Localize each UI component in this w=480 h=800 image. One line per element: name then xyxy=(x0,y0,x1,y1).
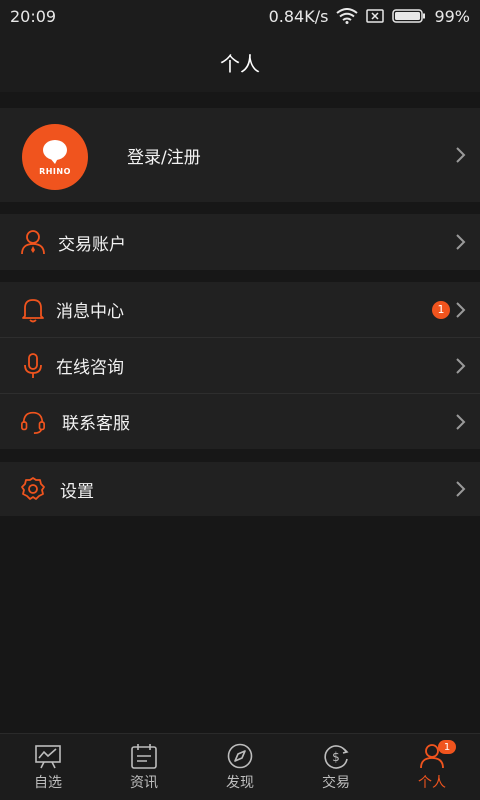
menu-item-customer-service[interactable]: 联系客服 xyxy=(0,394,480,449)
tab-label: 资讯 xyxy=(130,774,158,791)
status-indicators: 0.84K/s 99% xyxy=(269,7,470,26)
tab-watchlist[interactable]: 自选 xyxy=(0,734,96,800)
chart-board-icon xyxy=(35,744,61,768)
microphone-icon xyxy=(20,352,46,379)
chevron-right-icon xyxy=(456,413,466,430)
user-account-icon xyxy=(20,229,46,255)
menu-label-settings: 设置 xyxy=(60,481,94,502)
status-bar: 20:09 0.84K/s 99% xyxy=(0,0,480,32)
headset-icon xyxy=(20,409,46,435)
page-title: 个人 xyxy=(220,51,260,76)
tab-label: 自选 xyxy=(34,774,62,791)
menu-label-customer-service: 联系客服 xyxy=(62,414,130,434)
menu-item-trade-account[interactable]: 交易账户 xyxy=(0,214,480,270)
status-time: 20:09 xyxy=(10,6,57,26)
menu-label-trade-account: 交易账户 xyxy=(58,234,126,255)
wifi-icon xyxy=(336,8,359,24)
chat-bubble-icon xyxy=(43,139,67,164)
menu-item-online-consult[interactable]: 在线咨询 xyxy=(0,338,480,393)
tab-label: 发现 xyxy=(226,774,254,791)
tab-discover[interactable]: 发现 xyxy=(192,734,288,800)
profile-tab-badge: 1 xyxy=(438,740,456,754)
menu-item-messages[interactable]: 消息中心 1 xyxy=(0,282,480,337)
login-register-link[interactable]: 登录/注册 xyxy=(127,143,201,168)
bell-icon xyxy=(20,297,46,323)
avatar[interactable]: RHINO xyxy=(22,124,88,190)
menu-label-messages: 消息中心 xyxy=(56,302,124,322)
chevron-right-icon xyxy=(456,357,466,374)
svg-text:$: $ xyxy=(332,750,340,764)
chevron-right-icon xyxy=(456,301,466,318)
compass-icon xyxy=(227,743,253,768)
avatar-logo-text: RHINO xyxy=(39,166,71,176)
calendar-news-icon xyxy=(131,743,157,769)
tab-profile[interactable]: 1 个人 xyxy=(384,734,480,800)
tab-label: 个人 xyxy=(418,774,446,791)
chevron-right-icon xyxy=(456,147,466,163)
message-count-badge: 1 xyxy=(432,300,450,319)
no-sim-icon xyxy=(366,9,385,23)
tab-label: 交易 xyxy=(322,774,350,791)
menu-label-online-consult: 在线咨询 xyxy=(56,358,124,378)
network-speed: 0.84K/s xyxy=(268,6,329,26)
tab-trade[interactable]: $ 交易 xyxy=(288,734,384,800)
page-header: 个人 xyxy=(0,32,480,92)
bottom-navigation: 自选 资讯 发现 $ 交易 1 个人 xyxy=(0,733,480,800)
chevron-right-icon xyxy=(456,481,466,497)
dollar-circle-icon: $ xyxy=(324,744,349,769)
gear-icon xyxy=(20,476,46,502)
profile-login-row[interactable]: RHINO 登录/注册 xyxy=(0,108,480,202)
battery-icon xyxy=(392,9,426,23)
chevron-right-icon xyxy=(456,234,466,250)
menu-item-settings[interactable]: 设置 xyxy=(0,462,480,516)
battery-level: 99% xyxy=(434,6,470,26)
tab-news[interactable]: 资讯 xyxy=(96,734,192,800)
